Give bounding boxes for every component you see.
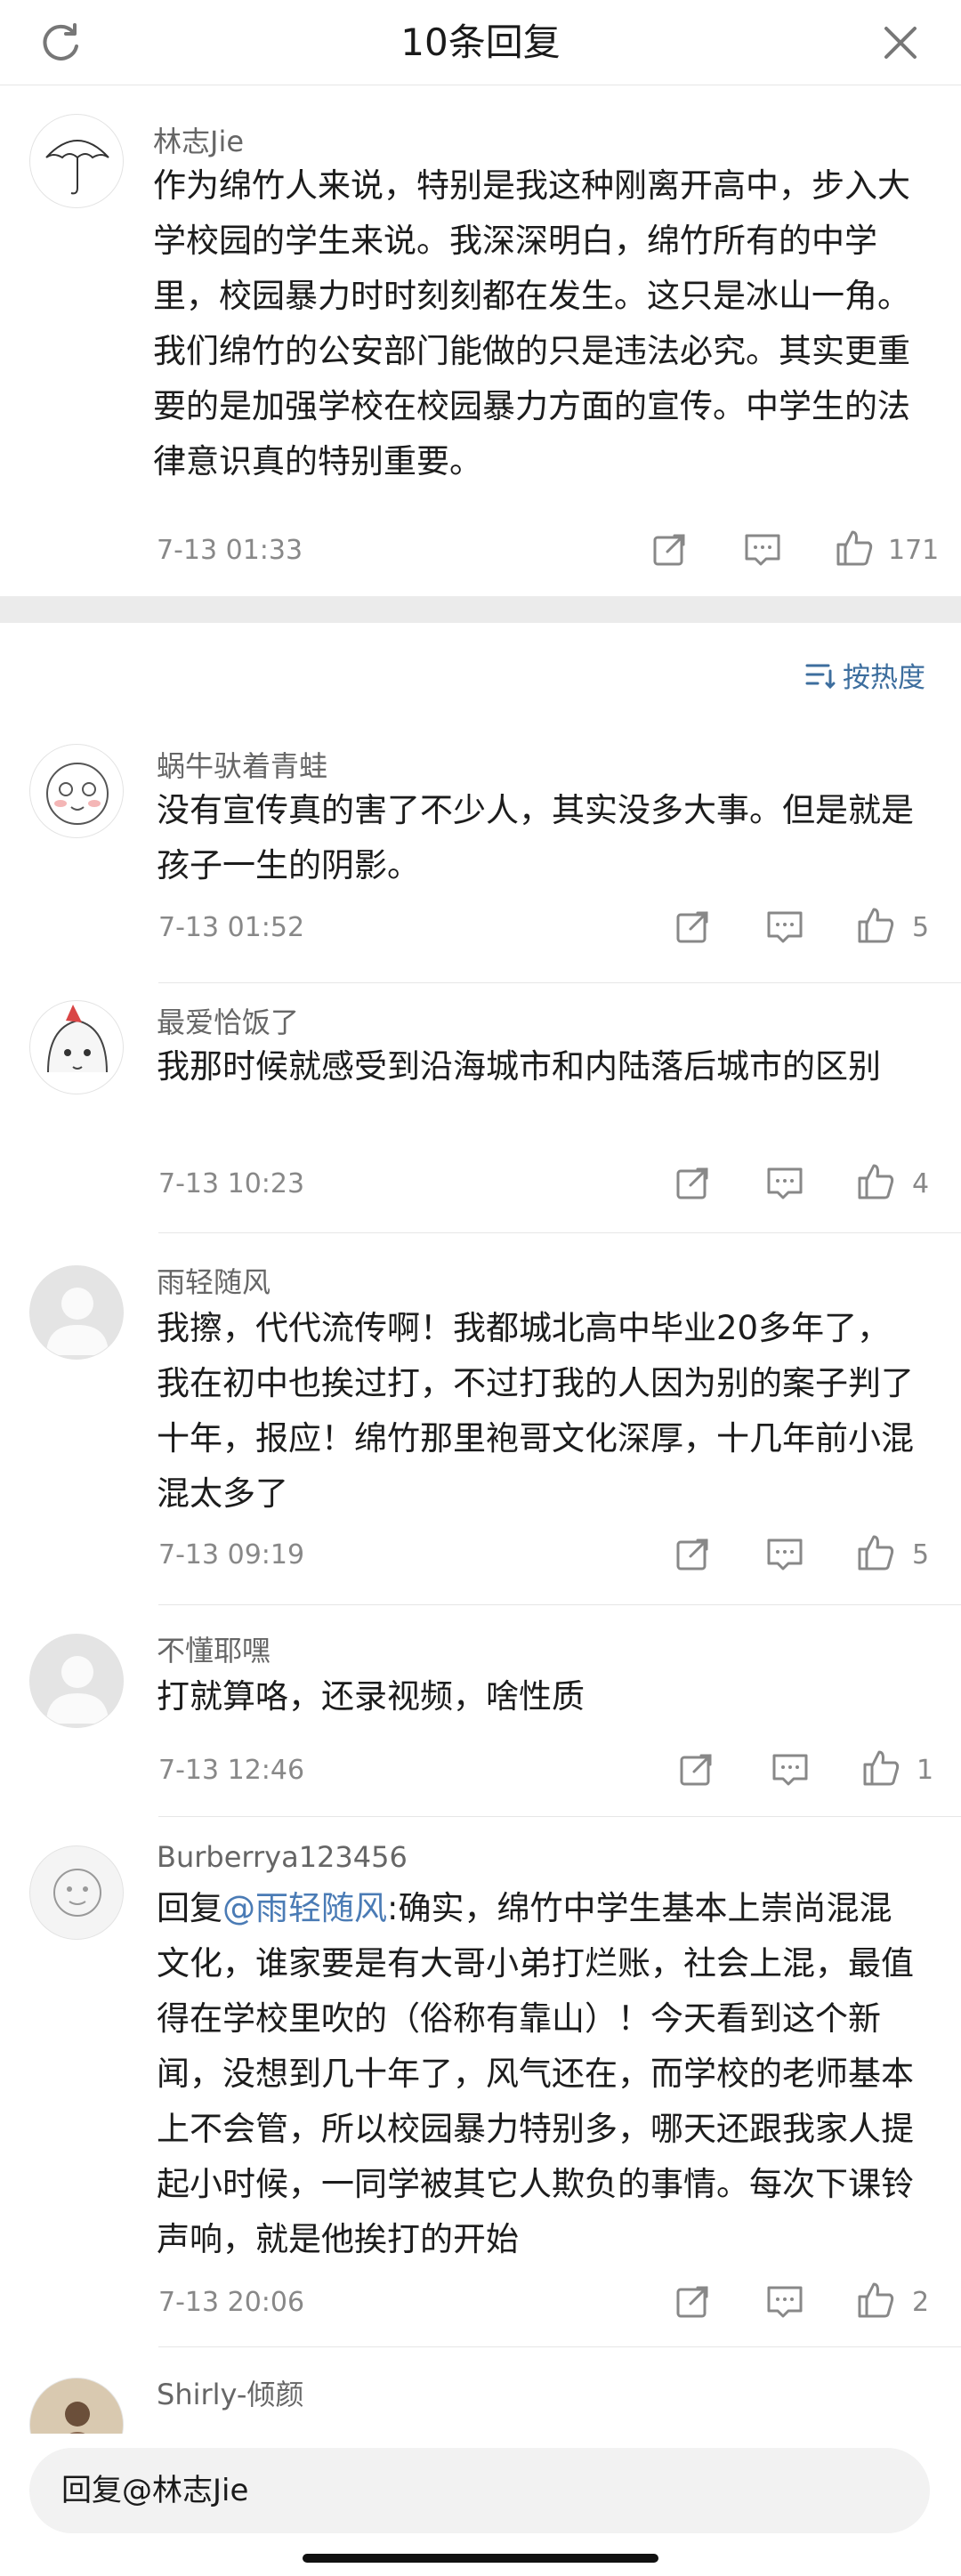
like-icon[interactable]	[835, 529, 874, 568]
share-icon[interactable]	[650, 530, 689, 569]
comment-time: 7-13 01:33	[157, 535, 303, 566]
reply-username[interactable]: 最爱恰饭了	[157, 1000, 299, 1041]
main-comment: 林志Jie 作为绵竹人来说，特别是我这种刚离开高中，步入大学校园的学生来说。我深…	[0, 85, 961, 594]
avatar[interactable]	[29, 2378, 124, 2434]
like-count: 5	[912, 1539, 930, 1571]
comment-text: 作为绵竹人来说，特别是我这种刚离开高中，步入大学校园的学生来说。我深深明白，绵竹…	[153, 166, 910, 480]
reply-username[interactable]: Burberrya123456	[157, 1840, 408, 1874]
reply-item: Burberrya123456 回复@雨轻随风:确实，绵竹中学生基本上崇尚混混文…	[0, 1819, 961, 2347]
reply-input[interactable]: 回复@林志Jie	[29, 2448, 930, 2533]
mention-link[interactable]: @雨轻随风	[222, 1889, 387, 1927]
reply-time: 7-13 01:52	[158, 912, 305, 943]
reply-item: 最爱恰饭了 我那时候就感受到沿海城市和内陆落后城市的区别 7-13 10:23 …	[0, 986, 961, 1233]
like-count: 2	[912, 2287, 930, 2318]
avatar[interactable]	[29, 744, 124, 838]
avatar[interactable]	[29, 1634, 124, 1728]
reply-text: 打就算咯，还录视频，啥性质	[157, 1677, 585, 1716]
reply-time: 7-13 10:23	[158, 1168, 305, 1199]
reply-item: 不懂耶嘿 打就算咯，还录视频，啥性质 7-13 12:46 1	[0, 1607, 961, 1817]
close-icon[interactable]	[877, 20, 924, 66]
reply-prefix: 回复	[157, 1889, 222, 1927]
avatar[interactable]	[29, 1000, 124, 1094]
section-separator	[0, 596, 961, 623]
divider	[158, 1232, 961, 1233]
reply-item: Shirly-倾颜	[0, 2349, 961, 2434]
reply-username[interactable]: Shirly-倾颜	[157, 2372, 303, 2413]
header-bar: 10条回复	[0, 0, 961, 85]
sort-label: 按热度	[843, 661, 925, 694]
divider	[158, 1816, 961, 1817]
home-indicator	[303, 2554, 658, 2563]
like-icon[interactable]	[856, 1533, 895, 1572]
reply-item: 蜗牛驮着青蛙 没有宣传真的害了不少人，其实没多大事。但是就是孩子一生的阴影。 7…	[0, 730, 961, 983]
reply-time: 7-13 20:06	[158, 2287, 305, 2318]
comment-icon[interactable]	[765, 1164, 804, 1203]
reply-username[interactable]: 不懂耶嘿	[157, 1628, 271, 1669]
page-title: 10条回复	[400, 20, 561, 64]
default-avatar-icon	[46, 1288, 109, 1355]
comment-icon[interactable]	[765, 2282, 804, 2322]
share-icon[interactable]	[676, 1750, 715, 1789]
divider	[158, 1604, 961, 1605]
reply-item: 雨轻随风 我擦，代代流传啊！我都城北高中毕业20多年了，我在初中也挨过打，不过打…	[0, 1239, 961, 1605]
reply-text: 我擦，代代流传啊！我都城北高中毕业20多年了，我在初中也挨过打，不过打我的人因为…	[157, 1309, 914, 1513]
share-icon[interactable]	[673, 1164, 712, 1203]
comment-icon[interactable]	[743, 530, 782, 569]
sort-button[interactable]: 按热度	[804, 654, 925, 695]
comment-icon[interactable]	[765, 908, 804, 947]
reply-text: 我那时候就感受到沿海城市和内陆落后城市的区别	[157, 1047, 881, 1086]
like-icon[interactable]	[856, 2281, 895, 2320]
reply-username[interactable]: 雨轻随风	[157, 1260, 271, 1301]
sort-icon	[805, 664, 836, 690]
reply-input-placeholder: 回复@林志Jie	[61, 2473, 249, 2508]
like-count: 1	[917, 1755, 934, 1786]
avatar[interactable]	[29, 114, 124, 208]
comment-username[interactable]: 林志Jie	[153, 119, 244, 160]
default-avatar-icon	[46, 1656, 109, 1724]
like-icon[interactable]	[856, 906, 895, 945]
reply-time: 7-13 12:46	[158, 1755, 305, 1786]
divider	[158, 982, 961, 983]
anime-girl-icon	[47, 1005, 108, 1073]
like-count: 5	[912, 912, 930, 943]
cartoon-face-icon	[46, 763, 109, 825]
like-count: 171	[888, 535, 940, 566]
share-icon[interactable]	[673, 2282, 712, 2322]
photo-avatar-icon	[30, 2378, 123, 2434]
avatar[interactable]	[29, 1845, 124, 1940]
avatar[interactable]	[29, 1265, 124, 1360]
reply-text: 没有宣传真的害了不少人，其实没多大事。但是就是孩子一生的阴影。	[157, 791, 914, 884]
reply-username[interactable]: 蜗牛驮着青蛙	[157, 744, 327, 785]
divider	[158, 2346, 961, 2347]
like-icon[interactable]	[856, 1162, 895, 1201]
comment-icon[interactable]	[771, 1750, 810, 1789]
sketch-avatar-icon	[53, 1869, 101, 1917]
like-icon[interactable]	[861, 1748, 900, 1788]
share-icon[interactable]	[673, 1535, 712, 1574]
umbrella-icon	[45, 140, 109, 195]
reply-text-content: :确实，绵竹中学生基本上崇尚混混文化，谁家要是有大哥小弟打烂账，社会上混，最值得…	[157, 1889, 914, 2258]
comment-icon[interactable]	[765, 1535, 804, 1574]
like-count: 4	[912, 1168, 930, 1199]
reply-bar: 回复@林志Jie	[0, 2434, 961, 2576]
share-icon[interactable]	[673, 908, 712, 947]
reply-time: 7-13 09:19	[158, 1539, 305, 1571]
reply-text: 回复@雨轻随风:确实，绵竹中学生基本上崇尚混混文化，谁家要是有大哥小弟打烂账，社…	[157, 1881, 917, 2267]
